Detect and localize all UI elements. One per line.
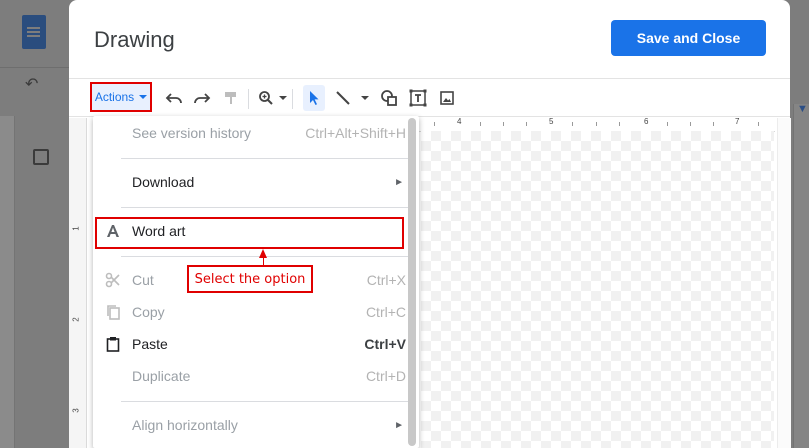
menu-item-paste[interactable]: Paste Ctrl+V (93, 329, 408, 359)
menu-item-align-horizontally[interactable]: Align horizontally ► (93, 410, 408, 440)
docs-logo-icon (22, 15, 46, 49)
scissors-icon (105, 272, 121, 288)
menu-item-shortcut: Ctrl+X (366, 272, 406, 288)
word-art-highlight-box (95, 217, 404, 249)
ruler-number: 5 (549, 117, 554, 126)
ruler-tick (434, 122, 435, 126)
ruler-number: 4 (457, 117, 462, 126)
undo-icon[interactable] (163, 87, 185, 109)
menu-item-label: Copy (132, 304, 165, 320)
image-icon[interactable] (436, 87, 458, 109)
select-icon[interactable] (303, 85, 325, 111)
menu-scrollbar[interactable] (408, 118, 416, 446)
menu-item-shortcut: Ctrl+Alt+Shift+H (305, 125, 406, 141)
text-box-icon[interactable] (407, 87, 429, 109)
drawing-dialog: Drawing Save and Close Actions 1 2 3 4 5… (69, 0, 791, 448)
actions-menu-button[interactable]: Actions (90, 82, 152, 112)
ruler-tick (713, 122, 714, 126)
ruler-tick (758, 122, 759, 126)
ruler-number: 6 (644, 117, 649, 126)
annotation-callout: Select the option (187, 265, 313, 293)
horizontal-ruler: 4 5 6 7 (419, 117, 775, 132)
ruler-tick (619, 122, 620, 126)
background-right-ruler (793, 104, 809, 448)
ruler-tick (690, 122, 691, 126)
toolbar-divider (248, 89, 249, 109)
background-vertical-ruler (0, 116, 15, 448)
vertical-ruler: 1 2 3 (69, 118, 87, 448)
ruler-number: 1 (71, 226, 81, 231)
save-and-close-button[interactable]: Save and Close (611, 20, 766, 56)
menu-item-label: Duplicate (132, 368, 191, 384)
copy-icon (105, 304, 121, 320)
ruler-tick (572, 122, 573, 126)
menu-item-download[interactable]: Download ► (93, 167, 408, 197)
shape-icon[interactable] (378, 87, 400, 109)
line-dropdown-icon[interactable] (361, 96, 369, 100)
ruler-number: 2 (71, 317, 81, 322)
menu-item-shortcut: Ctrl+V (364, 336, 406, 352)
menu-divider (121, 401, 408, 402)
ruler-tick (596, 122, 597, 126)
background-undo-icon: ↶ (25, 76, 39, 93)
ruler-marker-icon: ▼ (797, 103, 808, 115)
menu-item-label: See version history (132, 125, 252, 141)
paint-format-icon[interactable] (220, 87, 242, 109)
menu-item-shortcut: Ctrl+C (365, 304, 406, 320)
dialog-title: Drawing (94, 27, 175, 52)
ruler-tick (667, 122, 668, 126)
menu-item-label: Align horizontally (132, 417, 238, 433)
menu-item-copy[interactable]: Copy Ctrl+C (93, 297, 408, 327)
menu-item-shortcut: Ctrl+D (365, 368, 406, 384)
drawing-toolbar: Actions (69, 78, 790, 117)
submenu-arrow-icon: ► (394, 419, 404, 431)
actions-label: Actions (94, 90, 135, 104)
canvas-scrollbar[interactable] (777, 118, 791, 448)
toolbar-divider (292, 89, 293, 109)
zoom-icon[interactable] (255, 87, 277, 109)
ruler-tick (480, 122, 481, 126)
menu-item-duplicate[interactable]: Duplicate Ctrl+D (93, 361, 408, 391)
menu-item-label: Cut (132, 272, 154, 288)
redo-icon[interactable] (191, 87, 213, 109)
menu-divider (121, 158, 408, 159)
ruler-tick (503, 122, 504, 126)
menu-item-see-version-history[interactable]: See version history Ctrl+Alt+Shift+H (93, 118, 408, 148)
ruler-tick (526, 122, 527, 126)
clipboard-icon (105, 336, 121, 352)
menu-divider (121, 207, 408, 208)
ruler-number: 3 (71, 408, 81, 413)
menu-item-label: Paste (132, 336, 168, 352)
line-icon[interactable] (332, 87, 354, 109)
chevron-down-icon (139, 95, 148, 99)
document-outline-icon (33, 149, 49, 165)
zoom-dropdown-icon[interactable] (279, 96, 287, 100)
menu-item-label: Download (132, 174, 195, 190)
drawing-canvas[interactable] (421, 131, 774, 448)
ruler-number: 7 (735, 117, 740, 126)
submenu-arrow-icon: ► (394, 176, 404, 188)
